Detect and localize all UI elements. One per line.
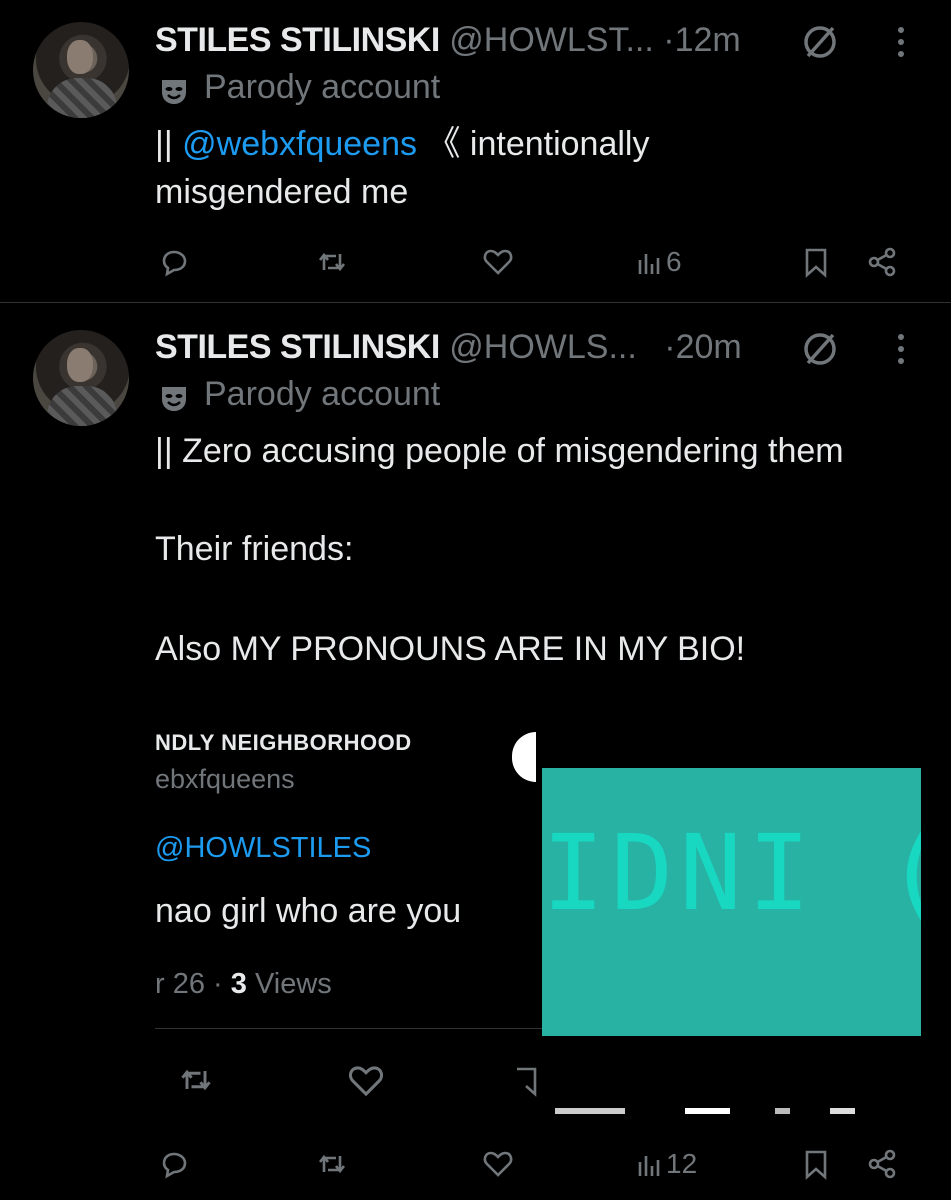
reply-button[interactable] [158,1144,190,1184]
no-entry-icon [804,333,836,365]
handle[interactable]: @HOWLS... [449,328,637,366]
tweet-2[interactable]: STILES STILINSKI @HOWLS... ·20m Parody a… [0,303,951,1200]
avatar[interactable] [33,22,129,118]
timestamp[interactable]: ·20m [664,328,741,366]
action-bar: 6 [0,242,951,282]
more-icon[interactable] [895,329,907,369]
tweet-text-line-2: Their friends: [155,530,354,568]
views-button[interactable]: 12 [634,1144,697,1184]
reply-icon [162,1152,187,1179]
avatar[interactable] [33,330,129,426]
bookmark-button[interactable] [800,242,832,282]
embedded-views-label: Views [254,968,332,1000]
views-count: 12 [666,1148,698,1179]
display-name[interactable]: STILES STILINSKI [155,328,440,366]
like-button[interactable] [482,242,514,282]
tweet-text: || @webxfqueens 《 intentionally misgende… [155,120,649,216]
action-bar: 12 [0,1144,951,1184]
tweet-header: STILES STILINSKI @HOWLST... ·12m [155,20,741,60]
reply-button[interactable] [158,242,190,282]
tweet-header: STILES STILINSKI @HOWLS... ·20m [155,327,742,367]
embedded-reply-to: @HOWLSTILES [155,832,372,864]
text-prefix: || [155,125,183,163]
tweet-1[interactable]: STILES STILINSKI @HOWLST... ·12m Parody … [0,0,951,302]
timestamp[interactable]: ·12m [663,21,740,59]
cropped-marks [555,1108,855,1114]
share-icon [868,1149,896,1179]
no-entry-icon [804,26,836,58]
views-button[interactable]: 6 [634,242,682,282]
share-button[interactable] [866,242,898,282]
embedded-divider [155,1028,545,1029]
tweet-text-line-1: || Zero accusing people of misgendering … [155,432,844,470]
embedded-views-count: 3 [230,968,247,1000]
display-name[interactable]: STILES STILINSKI [155,21,440,59]
parody-mask-icon [162,387,186,411]
retweet-icon [318,252,346,272]
bookmark-icon [805,248,827,278]
handle[interactable]: @HOWLST... [449,21,654,59]
embedded-display-name: NDLY NEIGHBORHOOD [155,730,412,755]
share-icon [868,247,896,277]
like-icon [483,1151,513,1177]
bookmark-button[interactable] [800,1144,832,1184]
like-button[interactable] [482,1144,514,1184]
bookmark-icon [805,1150,827,1180]
views-count: 6 [666,246,682,277]
retweet-icon [181,1069,211,1091]
embedded-meta: r 26 · 3 Views [155,968,332,1000]
parody-label: Parody account [204,375,441,413]
embedded-handle: ebxfqueens [155,764,295,794]
embedded-text: nao girl who are you [155,892,462,930]
sticker-text: IDNI (H [542,812,921,934]
retweet-button[interactable] [316,1144,348,1184]
text-suffix: 《 intentionally [417,125,650,163]
parody-mask-icon [162,80,186,104]
teal-sticker: IDNI (H [542,768,921,1036]
like-icon [483,249,513,275]
retweet-icon [318,1154,346,1174]
text-line: misgendered me [155,173,409,211]
more-icon[interactable] [895,22,907,62]
tweet-text-line-3: Also MY PRONOUNS ARE IN MY BIO! [155,630,746,668]
views-icon [638,254,660,274]
views-icon [638,1156,660,1176]
mention-link[interactable]: @webxfqueens [182,125,417,163]
like-icon [348,1066,384,1097]
share-button[interactable] [866,1144,898,1184]
retweet-button[interactable] [316,242,348,282]
embedded-date: r 26 [155,968,205,1000]
parody-label: Parody account [204,68,441,106]
bookmark-icon [517,1067,537,1097]
reply-icon [162,250,187,277]
